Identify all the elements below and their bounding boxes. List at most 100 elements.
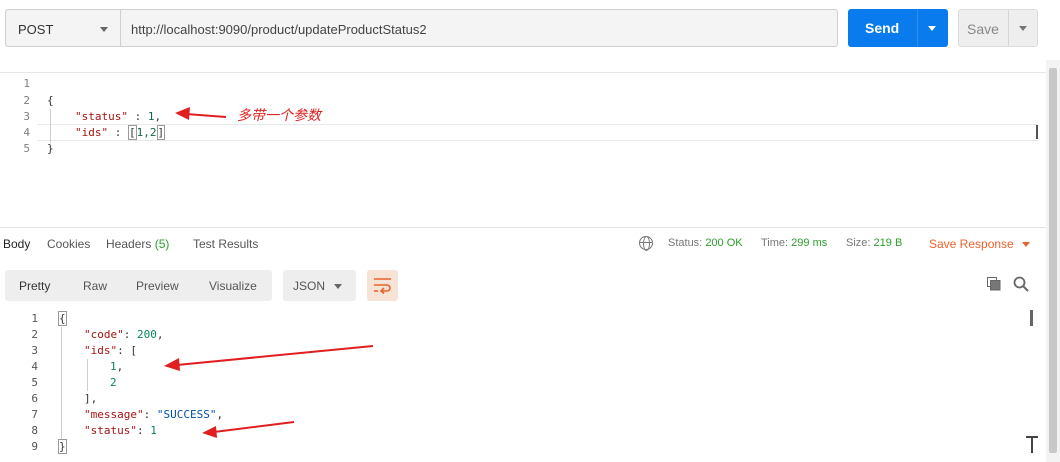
page-scroll-thumb[interactable]: [1049, 68, 1057, 453]
json-key: "status": [84, 424, 137, 437]
json-key: "ids": [84, 344, 118, 357]
status-value: 200 OK: [705, 237, 743, 249]
size-label: Size:: [846, 237, 871, 249]
json-key: "status": [75, 110, 128, 123]
line-number: 2: [23, 94, 30, 107]
code-line: 1,: [110, 360, 124, 373]
view-visualize[interactable]: Visualize: [209, 279, 257, 293]
copy-icon[interactable]: [987, 277, 1001, 291]
tab-headers[interactable]: Headers (5): [106, 237, 169, 251]
code-line: {: [58, 311, 67, 326]
code-line: "message": "SUCCESS",: [84, 408, 224, 421]
code-line: }: [58, 439, 67, 454]
active-line-highlight: [38, 124, 1038, 141]
code-line: }: [47, 142, 54, 155]
line-number: 1: [23, 77, 30, 90]
response-body-viewer[interactable]: 1 2 3 4 5 6 7 8 9 { "code": 200, "ids": …: [0, 308, 1046, 462]
line-number: 8: [31, 424, 38, 437]
response-tabs: Body Cookies Headers (5) Test Results St…: [0, 227, 1046, 259]
indent-guide: [87, 359, 88, 391]
save-divider: [1008, 10, 1009, 46]
json-key: "code": [84, 328, 124, 341]
indent-guide: [50, 109, 51, 143]
json-sep: :: [127, 110, 148, 123]
json-value: 1: [150, 424, 157, 437]
json-sep: :: [108, 126, 128, 139]
code-line: "code": 200,: [84, 328, 164, 341]
time-label: Time:: [761, 237, 789, 249]
send-options-chevron-icon[interactable]: [928, 26, 936, 31]
json-comma: ,: [154, 110, 162, 123]
url-input[interactable]: http://localhost:9090/product/updateProd…: [120, 9, 838, 47]
json-value: "SUCCESS": [156, 408, 217, 421]
json-key: "ids": [75, 126, 109, 139]
line-number: 7: [31, 408, 38, 421]
search-icon[interactable]: [1013, 276, 1029, 292]
save-button[interactable]: Save: [958, 9, 1038, 47]
annotation-text: 多带一个参数: [237, 108, 321, 124]
json-value: 2: [110, 376, 117, 389]
chevron-down-icon: [1022, 242, 1030, 247]
status-info: Status: 200 OK: [668, 237, 743, 249]
time-value: 299 ms: [791, 237, 828, 249]
line-number: 1: [31, 312, 38, 325]
status-label: Status:: [668, 237, 703, 249]
code-line: ],: [84, 392, 98, 405]
code-line: 2: [110, 376, 117, 389]
line-number: 4: [31, 360, 38, 373]
send-label: Send: [865, 20, 900, 36]
save-options-chevron-icon[interactable]: [1019, 26, 1027, 31]
text-cursor-stem: [1031, 437, 1033, 453]
code-line: {: [47, 94, 54, 107]
url-value: http://localhost:9090/product/updateProd…: [131, 22, 427, 37]
globe-icon[interactable]: [639, 236, 653, 251]
save-response-label: Save Response: [929, 237, 1014, 251]
chevron-down-icon: [334, 284, 342, 289]
save-response-button[interactable]: Save Response: [929, 237, 1030, 251]
format-select[interactable]: JSON: [283, 270, 356, 301]
text-cursor-marker: [1036, 125, 1038, 139]
send-button[interactable]: Send: [848, 9, 948, 47]
bracket-match: ]: [156, 125, 166, 140]
line-number: 2: [31, 328, 38, 341]
line-number: 6: [31, 392, 38, 405]
view-pretty[interactable]: Pretty: [19, 279, 50, 293]
scroll-marker: [1030, 310, 1033, 326]
view-preview[interactable]: Preview: [136, 279, 179, 293]
code-line: "status": 1: [84, 424, 157, 437]
line-number: 3: [31, 344, 38, 357]
wrap-icon: [374, 278, 391, 294]
line-number: 5: [23, 142, 30, 155]
line-number: 5: [31, 376, 38, 389]
format-value: JSON: [293, 279, 326, 293]
json-key: "message": [84, 408, 144, 421]
response-toolbar: Pretty Raw Preview Visualize JSON: [0, 262, 1046, 308]
view-raw[interactable]: Raw: [83, 279, 107, 293]
tab-headers-count: (5): [154, 237, 170, 251]
bracket-match: {: [58, 311, 67, 326]
size-info: Size: 219 B: [846, 237, 902, 249]
time-info: Time: 299 ms: [761, 237, 827, 249]
line-number: 3: [23, 110, 30, 123]
code-line: "ids": [: [84, 344, 137, 357]
json-value: 1: [110, 360, 117, 373]
method-select[interactable]: POST: [5, 9, 120, 47]
indent-guide: [61, 327, 62, 439]
tab-body[interactable]: Body: [3, 237, 30, 251]
code-line: "ids" : [1,2]: [75, 125, 166, 140]
send-divider: [917, 9, 918, 47]
line-number: 4: [23, 126, 30, 139]
line-number: 9: [31, 440, 38, 453]
tab-headers-label: Headers: [106, 237, 152, 251]
tab-test-results[interactable]: Test Results: [193, 237, 258, 251]
method-value: POST: [18, 22, 54, 37]
json-value: 1,2: [136, 126, 157, 139]
page-scrollbar[interactable]: [1046, 60, 1060, 462]
request-body-editor[interactable]: 1 2 3 4 5 { "status" : 1, "ids" : [1,2] …: [0, 72, 1060, 228]
size-value: 219 B: [873, 237, 903, 249]
tab-cookies[interactable]: Cookies: [47, 237, 90, 251]
code-line: "status" : 1,: [75, 110, 161, 123]
json-value: 200: [137, 328, 157, 341]
wrap-lines-button[interactable]: [367, 270, 398, 301]
request-bar: POST http://localhost:9090/product/updat…: [0, 0, 1060, 58]
